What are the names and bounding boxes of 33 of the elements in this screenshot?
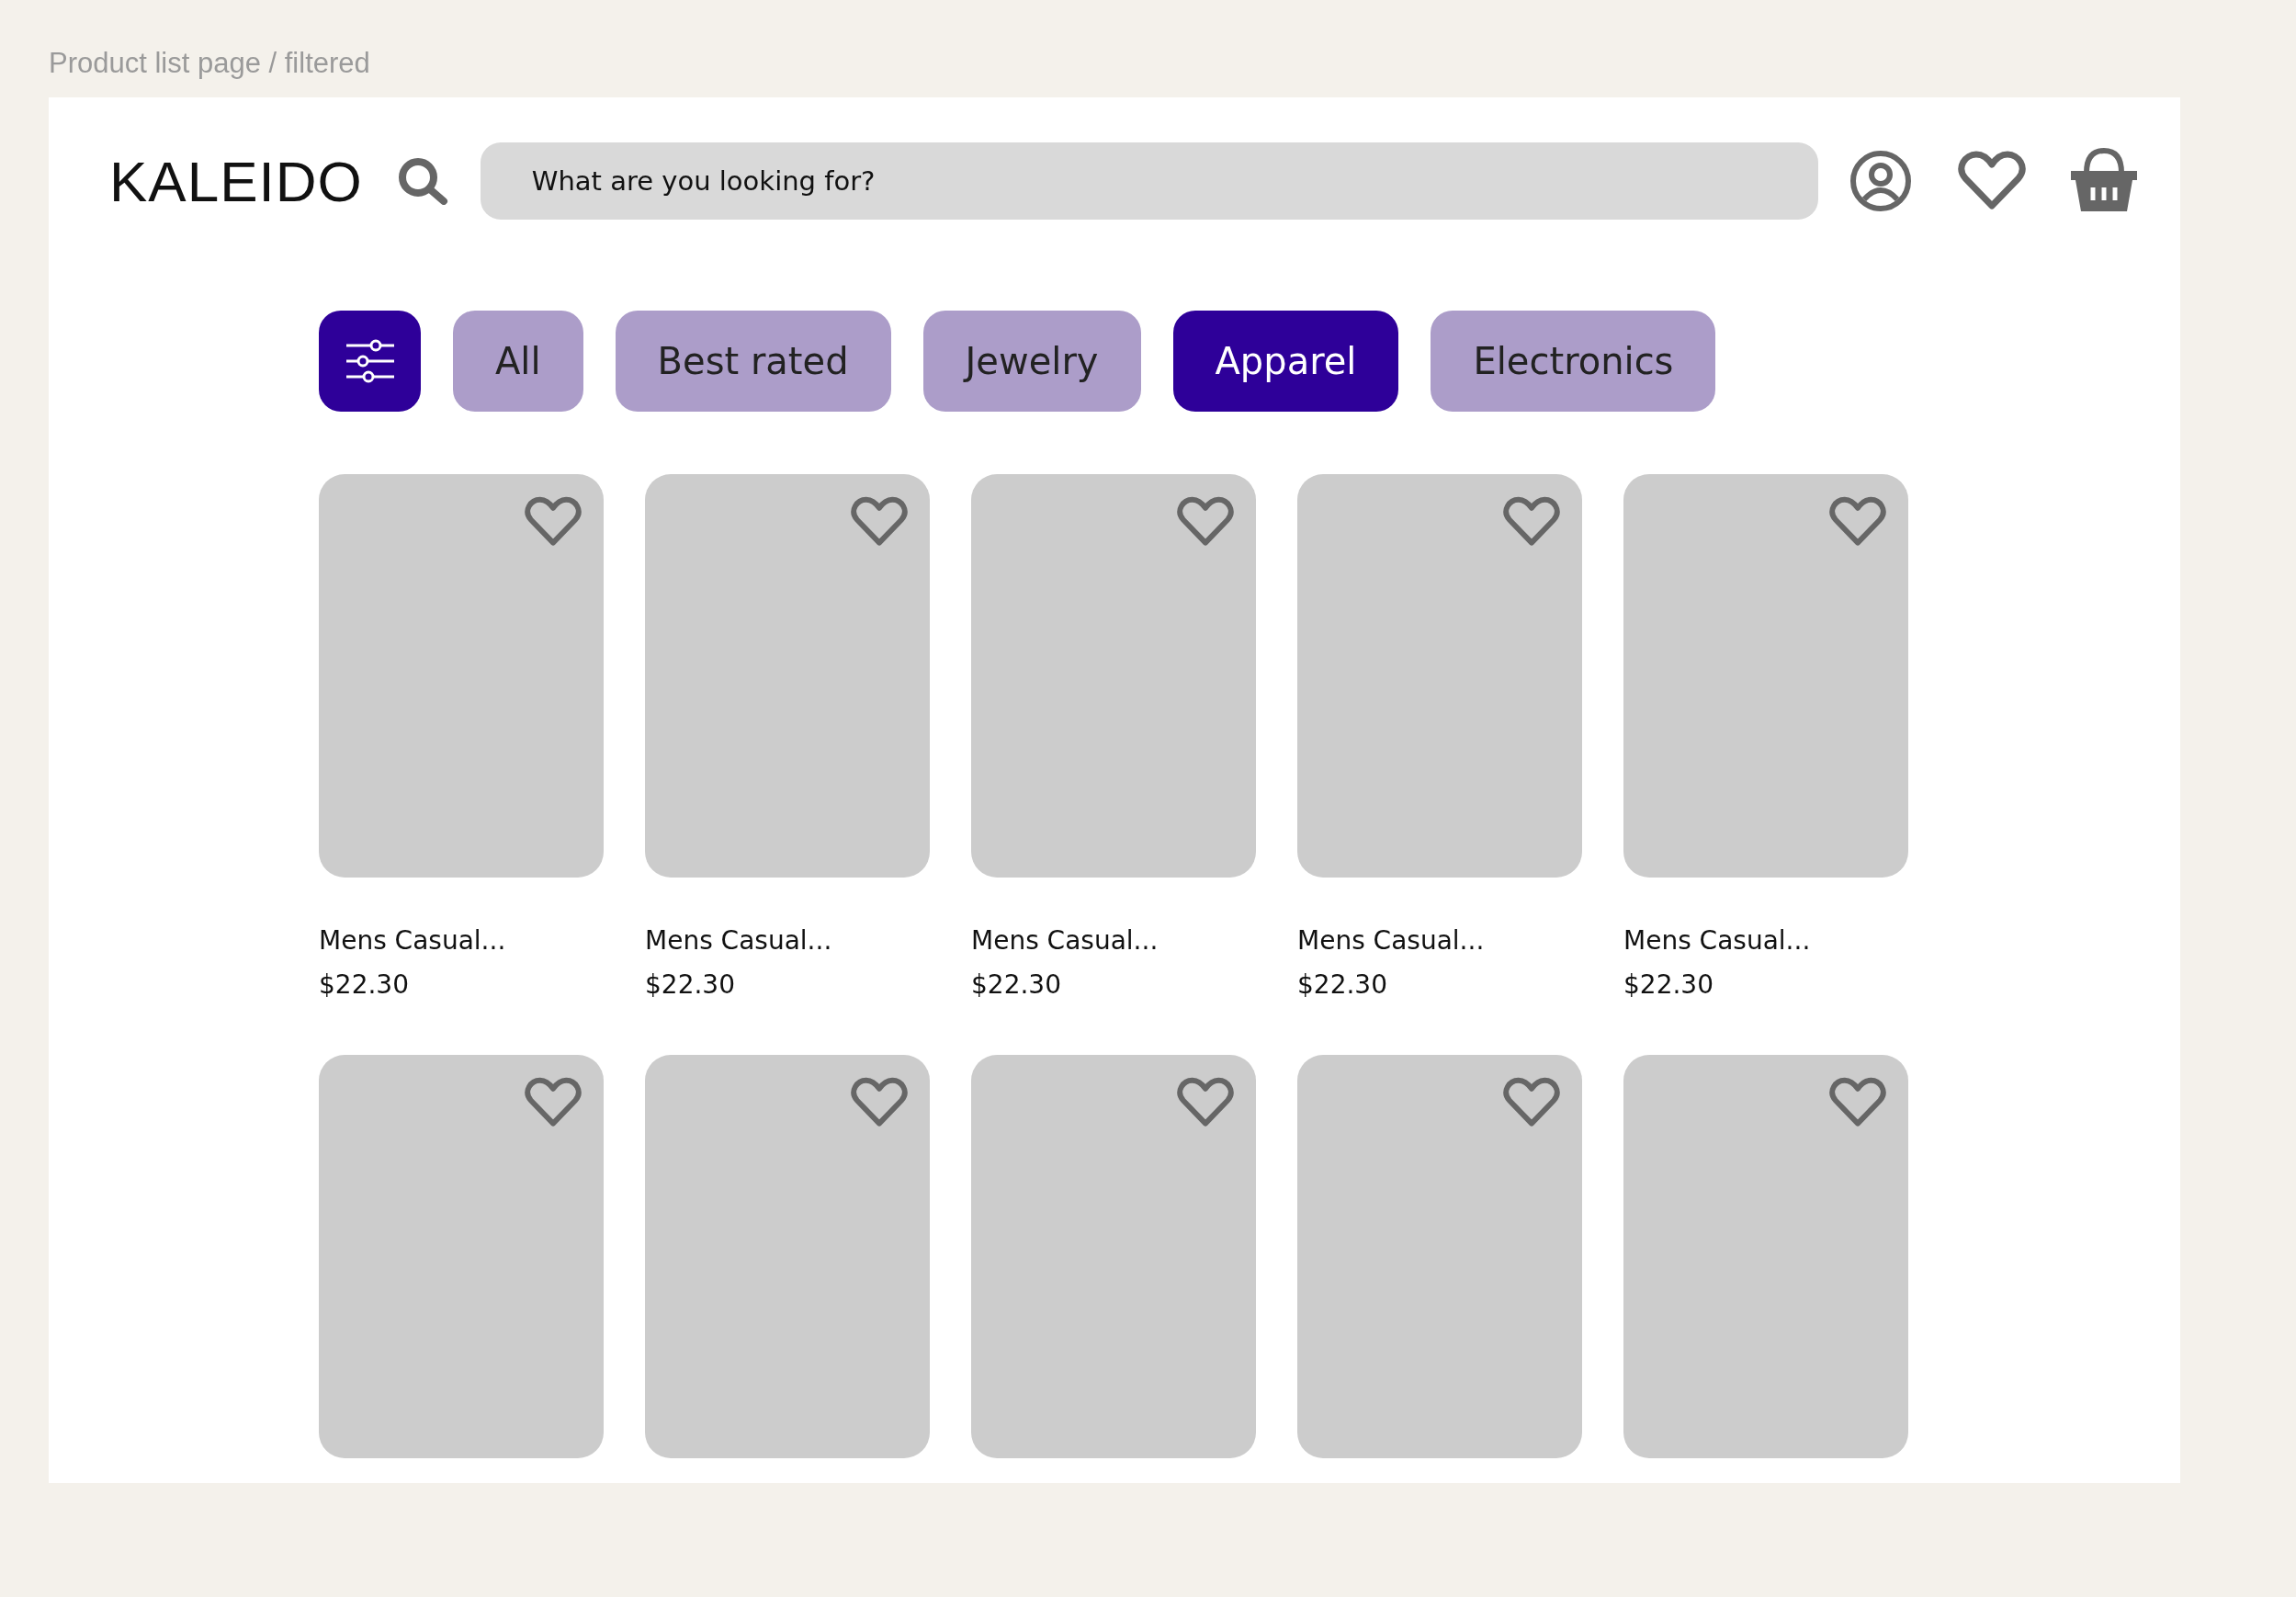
product-price: $22.30	[1623, 968, 1714, 1001]
product-name: Mens Casual...	[319, 925, 507, 957]
sliders-icon	[344, 338, 396, 384]
search-field[interactable]: What are you looking for?	[480, 142, 1818, 220]
heart-icon[interactable]	[1829, 496, 1886, 548]
search-icon[interactable]	[397, 157, 449, 205]
filter-chip[interactable]: Best rated	[615, 311, 891, 412]
heart-icon[interactable]	[1503, 1077, 1560, 1129]
product-name: Mens Casual...	[645, 925, 833, 957]
product-price: $22.30	[971, 968, 1062, 1001]
product-name: Mens Casual...	[1297, 925, 1486, 957]
filter-chip[interactable]: Apparel	[1172, 311, 1399, 412]
logo: KALEIDO	[109, 148, 363, 215]
heart-icon[interactable]	[851, 496, 908, 548]
heart-icon[interactable]	[525, 496, 582, 548]
heart-icon[interactable]	[1503, 496, 1560, 548]
heart-icon[interactable]	[525, 1077, 582, 1129]
product-price: $22.30	[1297, 968, 1388, 1001]
heart-icon[interactable]	[1177, 1077, 1234, 1129]
filter-chip[interactable]: Electronics	[1431, 311, 1716, 412]
heart-icon[interactable]	[1957, 151, 2026, 211]
heart-icon[interactable]	[851, 1077, 908, 1129]
filter-button[interactable]	[319, 311, 421, 412]
page-label: Product list page / filtered	[49, 46, 370, 81]
heart-icon[interactable]	[1829, 1077, 1886, 1129]
product-name: Mens Casual...	[1623, 925, 1812, 957]
filter-chip[interactable]: Jewelry	[922, 311, 1141, 412]
filter-chip[interactable]: All	[453, 311, 583, 412]
product-price: $22.30	[319, 968, 410, 1001]
product-price: $22.30	[645, 968, 736, 1001]
product-name: Mens Casual...	[971, 925, 1159, 957]
user-icon[interactable]	[1849, 150, 1912, 212]
heart-icon[interactable]	[1177, 496, 1234, 548]
